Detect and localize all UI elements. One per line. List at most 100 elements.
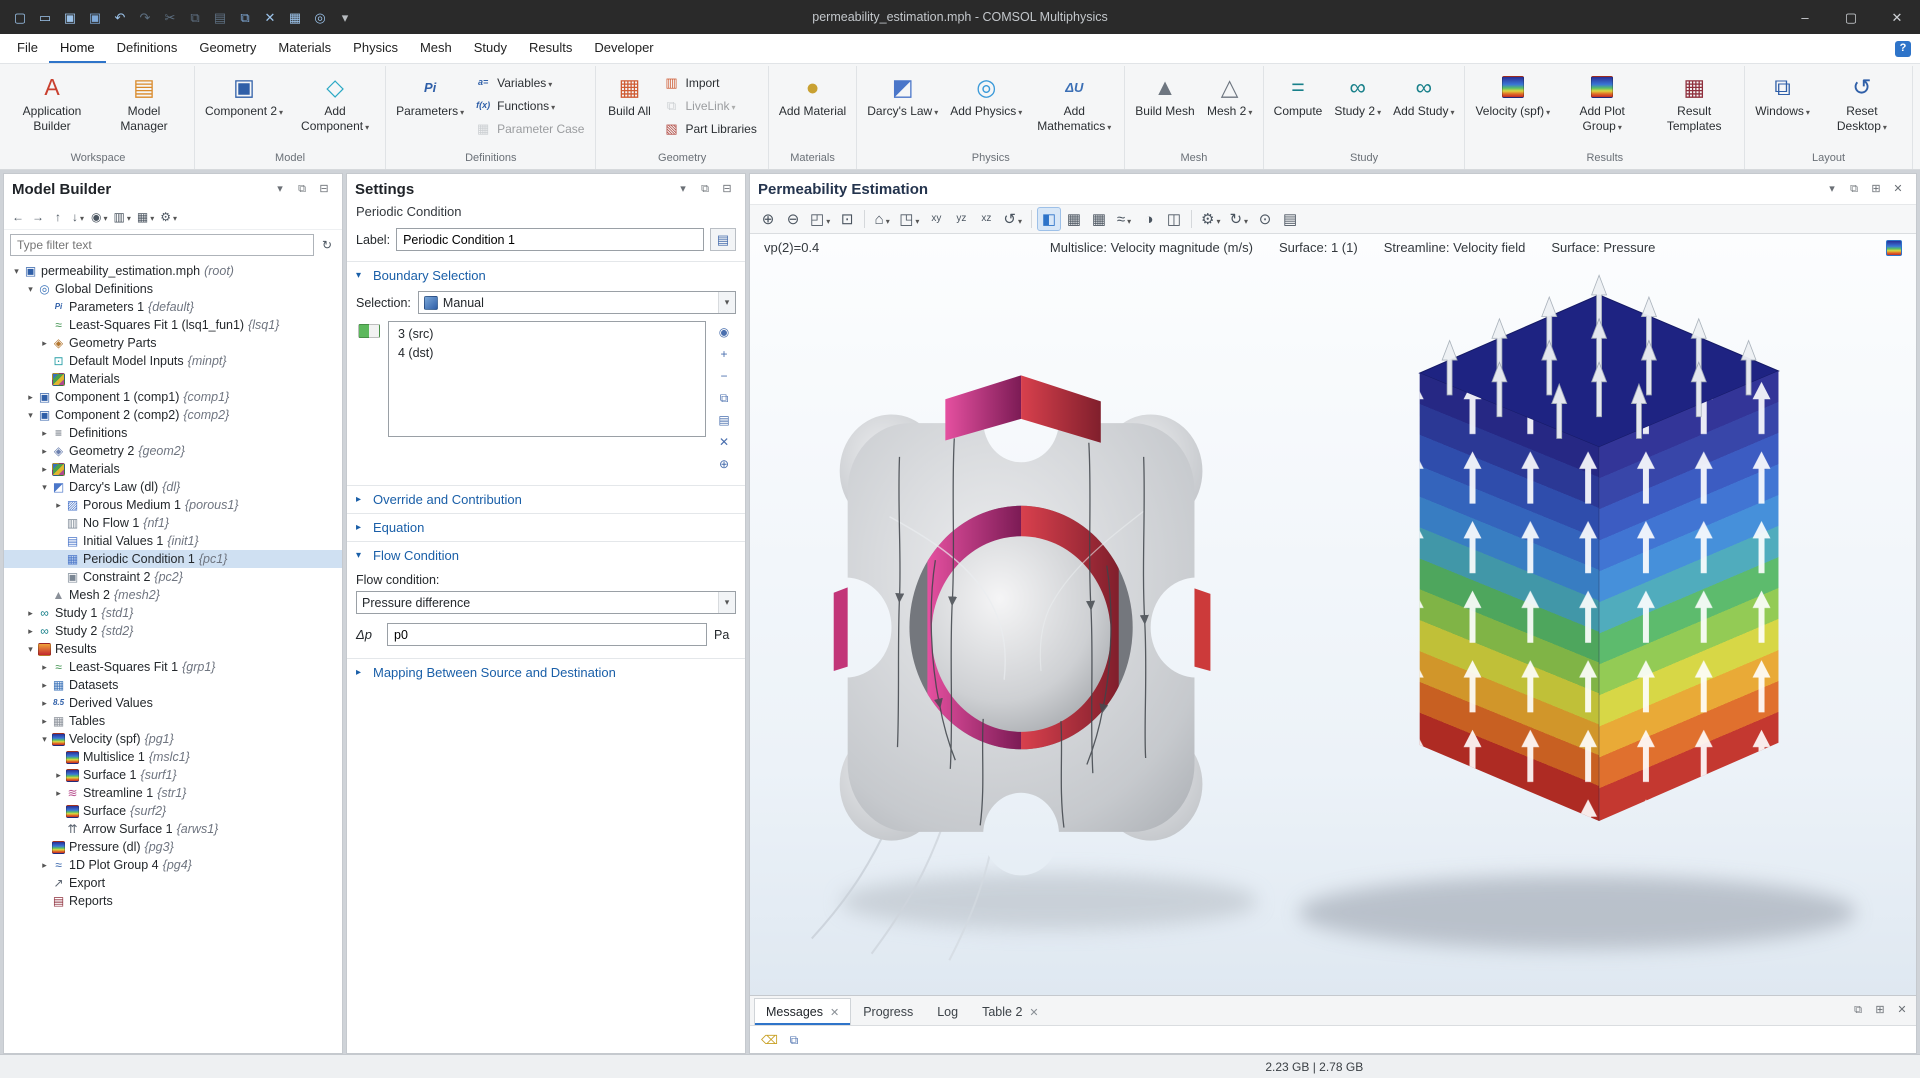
- tree-expander-icon[interactable]: ▸: [24, 608, 37, 619]
- panel-menu-icon[interactable]: ▾: [270, 179, 290, 199]
- tree-item[interactable]: ▸8.5Derived Values: [4, 694, 342, 712]
- label-input[interactable]: [396, 228, 704, 251]
- ribbon-add-physics[interactable]: ◎Add Physics: [945, 68, 1027, 152]
- plot-badge-icon[interactable]: [1886, 239, 1902, 256]
- model-settings-icon[interactable]: ⚙: [158, 207, 179, 227]
- redo-icon[interactable]: ↷: [133, 3, 157, 31]
- tree-expander-icon[interactable]: ▸: [24, 392, 37, 403]
- ribbon-add-component[interactable]: ◇Add Component: [290, 68, 380, 152]
- ribbon-darcy-s-law[interactable]: ◩Darcy's Law: [862, 68, 943, 152]
- color-theme-icon[interactable]: ◑: [1137, 207, 1161, 231]
- boundary-selection-header[interactable]: Boundary Selection: [347, 262, 745, 289]
- tree-item[interactable]: ▾◎Global Definitions: [4, 280, 342, 298]
- ribbon-add-mathematics[interactable]: ΔUAdd Mathematics: [1029, 68, 1119, 152]
- tree-filter-input[interactable]: [10, 234, 314, 256]
- new-file-icon[interactable]: ▢: [8, 3, 32, 31]
- equation-header[interactable]: Equation: [347, 514, 745, 541]
- tree-item[interactable]: ↗Export: [4, 874, 342, 892]
- tree-item[interactable]: ⇈Arrow Surface 1{arws1}: [4, 820, 342, 838]
- tree-expander-icon[interactable]: ▾: [10, 266, 23, 277]
- maximize-panel-icon[interactable]: ⊞: [1870, 1001, 1890, 1021]
- back-icon[interactable]: ←: [9, 207, 27, 227]
- close-panel-icon[interactable]: ✕: [1888, 179, 1908, 199]
- tree-item[interactable]: ▸∞Study 1{std1}: [4, 604, 342, 622]
- remove-selection-icon[interactable]: −: [714, 366, 734, 385]
- ribbon-build-mesh[interactable]: ▲Build Mesh: [1130, 68, 1199, 152]
- maximize-window-icon[interactable]: ▢: [1828, 0, 1874, 34]
- undo-icon[interactable]: ↶: [108, 3, 132, 31]
- tree-item[interactable]: ▾Velocity (spf){pg1}: [4, 730, 342, 748]
- tree-expander-icon[interactable]: ▸: [52, 500, 65, 511]
- cut-icon[interactable]: ✂: [158, 3, 182, 31]
- tree-item[interactable]: ▤Reports: [4, 892, 342, 910]
- save-as-icon[interactable]: ▣: [83, 3, 107, 31]
- tree-item[interactable]: ▸∞Study 2{std2}: [4, 622, 342, 640]
- tree-expander-icon[interactable]: ▾: [38, 734, 51, 745]
- tree-item[interactable]: ⊡Default Model Inputs{minpt}: [4, 352, 342, 370]
- tree-item[interactable]: ▸Materials: [4, 460, 342, 478]
- selection-settings-icon[interactable]: ⚙: [1197, 207, 1224, 231]
- tree-item[interactable]: Multislice 1{mslc1}: [4, 748, 342, 766]
- minimize-window-icon[interactable]: –: [1782, 0, 1828, 34]
- graphics-3d-scene[interactable]: [750, 234, 1916, 995]
- zoom-extents-icon[interactable]: ◰: [806, 207, 834, 231]
- help-icon[interactable]: ?: [1892, 38, 1914, 60]
- clear-selection-icon[interactable]: ✕: [714, 432, 734, 451]
- update-icon[interactable]: ↻: [1225, 207, 1252, 231]
- ribbon-parameters[interactable]: PiParameters: [391, 68, 469, 152]
- paste-icon[interactable]: ▤: [208, 3, 232, 31]
- copy-selection-icon[interactable]: ⧉: [714, 388, 734, 407]
- customize-icon[interactable]: ▾: [333, 3, 357, 31]
- detach-icon[interactable]: ⧉: [695, 179, 715, 199]
- tree-item[interactable]: PiParameters 1{default}: [4, 298, 342, 316]
- tree-item[interactable]: ▤Initial Values 1{init1}: [4, 532, 342, 550]
- tree-item[interactable]: ▾▣Component 2 (comp2){comp2}: [4, 406, 342, 424]
- menu-developer[interactable]: Developer: [583, 34, 664, 63]
- ribbon-build-all[interactable]: ▦Build All: [601, 68, 657, 152]
- selection-list-item[interactable]: 3 (src): [389, 324, 705, 343]
- flow-condition-header[interactable]: Flow Condition: [347, 542, 745, 569]
- ribbon-add-study[interactable]: ∞Add Study: [1388, 68, 1459, 152]
- lock-axes-icon[interactable]: ◫: [1162, 207, 1186, 231]
- tree-item[interactable]: Materials: [4, 370, 342, 388]
- panel-menu-icon[interactable]: ▾: [1822, 179, 1842, 199]
- tree-expander-icon[interactable]: ▾: [24, 284, 37, 295]
- image-icon[interactable]: ▦: [1062, 207, 1086, 231]
- ribbon-windows[interactable]: ⧉Windows: [1750, 68, 1815, 152]
- tree-item[interactable]: ▸Surface 1{surf1}: [4, 766, 342, 784]
- close-tab-icon[interactable]: ✕: [830, 1006, 839, 1019]
- create-selection-icon[interactable]: ◉: [714, 322, 734, 341]
- tree-expander-icon[interactable]: ▸: [52, 770, 65, 781]
- detach-icon[interactable]: ⧉: [1844, 179, 1864, 199]
- zoom-in-icon[interactable]: ⊕: [756, 207, 780, 231]
- detach-icon[interactable]: ⧉: [1848, 1001, 1868, 1021]
- table-icon[interactable]: ▦: [283, 3, 307, 31]
- ribbon-model-manager[interactable]: ▤Model Manager: [99, 68, 189, 152]
- forward-icon[interactable]: →: [29, 207, 47, 227]
- menu-home[interactable]: Home: [49, 34, 106, 63]
- paste-selection-icon[interactable]: ▤: [714, 410, 734, 429]
- menu-mesh[interactable]: Mesh: [409, 34, 463, 63]
- tree-expander-icon[interactable]: ▸: [38, 662, 51, 673]
- close-tab-icon[interactable]: ✕: [1029, 1006, 1038, 1019]
- panel-menu-icon[interactable]: ▾: [673, 179, 693, 199]
- ribbon-velocity-spf[interactable]: Velocity (spf): [1470, 68, 1555, 152]
- tree-expander-icon[interactable]: ▾: [24, 644, 37, 655]
- open-icon[interactable]: ▭: [33, 3, 57, 31]
- tree-item[interactable]: ▸≋Streamline 1{str1}: [4, 784, 342, 802]
- tree-item[interactable]: Surface{surf2}: [4, 802, 342, 820]
- refresh-icon[interactable]: ↻: [318, 235, 336, 255]
- search-icon[interactable]: ◎: [308, 3, 332, 31]
- move-down-icon[interactable]: ↓: [69, 207, 87, 227]
- maximize-panel-icon[interactable]: ⊞: [1866, 179, 1886, 199]
- tree-item[interactable]: ▸≡Definitions: [4, 424, 342, 442]
- menu-materials[interactable]: Materials: [267, 34, 342, 63]
- tree-expander-icon[interactable]: ▾: [24, 410, 37, 421]
- tree-item[interactable]: ▸◈Geometry Parts: [4, 334, 342, 352]
- tree-expander-icon[interactable]: ▸: [38, 680, 51, 691]
- delete-icon[interactable]: ✕: [258, 3, 282, 31]
- ribbon-functions[interactable]: f(x)Functions: [471, 95, 590, 116]
- mapping-header[interactable]: Mapping Between Source and Destination: [347, 659, 745, 686]
- save-icon[interactable]: ▣: [58, 3, 82, 31]
- default-view-icon[interactable]: ⌂: [870, 207, 894, 231]
